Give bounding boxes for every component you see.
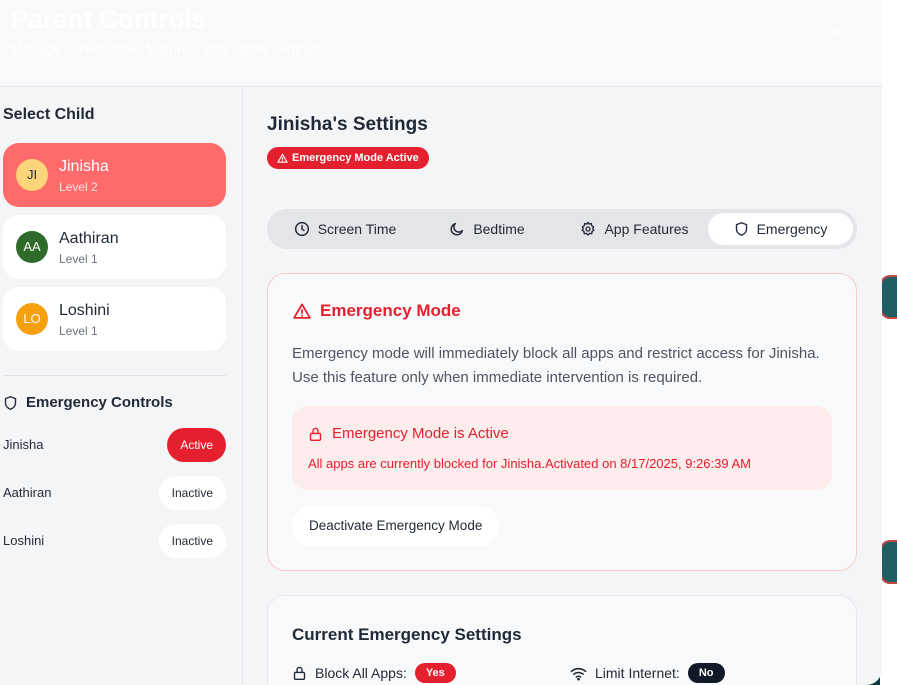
emergency-row-jinisha: Jinisha Active: [3, 428, 226, 462]
emergency-row-name: Aathiran: [3, 485, 52, 500]
divider: [3, 375, 226, 376]
setting-label: Limit Internet:: [595, 665, 680, 681]
child-name: Aathiran: [59, 230, 119, 247]
emergency-row-loshini: Loshini Inactive: [3, 524, 226, 558]
moon-icon: [449, 221, 465, 237]
modal-header: Parent Controls Manage screen time, feat…: [0, 0, 882, 87]
emergency-toggle-button[interactable]: Inactive: [158, 524, 226, 558]
shield-icon: [734, 221, 749, 237]
setting-value-badge: Yes: [414, 663, 456, 683]
alert-heading: Emergency Mode is Active: [308, 425, 509, 442]
setting-limit-internet: Limit Internet: No: [570, 663, 725, 683]
emergency-row-aathiran: Aathiran Inactive: [3, 476, 226, 510]
deactivate-emergency-button[interactable]: Deactivate Emergency Mode: [292, 506, 500, 546]
status-badge-label: Emergency Mode Active: [292, 152, 419, 164]
tab-screen-time[interactable]: Screen Time: [275, 213, 415, 245]
emergency-mode-description: Emergency mode will immediately block al…: [292, 345, 820, 386]
warning-icon: [277, 153, 288, 164]
lock-icon: [308, 426, 323, 442]
emergency-mode-heading: Emergency Mode: [292, 301, 461, 321]
child-card-jinisha[interactable]: JI Jinisha Level 2: [3, 143, 226, 207]
setting-value-badge: No: [687, 663, 725, 683]
child-name: Loshini: [59, 302, 110, 319]
tab-app-features[interactable]: App Features: [562, 213, 707, 245]
settings-heading: Jinisha's Settings: [267, 114, 428, 135]
status-badge: Emergency Mode Active: [267, 147, 429, 169]
child-card-aathiran[interactable]: AA Aathiran Level 1: [3, 215, 226, 279]
alert-message: All apps are currently blocked for Jinis…: [308, 456, 751, 471]
child-level: Level 2: [59, 180, 98, 194]
tab-label: Screen Time: [317, 221, 397, 237]
tab-bar: Screen Time Bedtime App Features Emergen…: [267, 209, 857, 249]
child-card-loshini[interactable]: LO Loshini Level 1: [3, 287, 226, 351]
wifi-icon: [570, 666, 587, 681]
tab-label: Emergency: [756, 221, 828, 237]
modal-title: Parent Controls: [11, 4, 207, 34]
avatar: LO: [16, 303, 48, 335]
sidebar: Select Child JI Jinisha Level 2 AA Aathi…: [0, 87, 243, 685]
main-panel: Jinisha's Settings Emergency Mode Active…: [243, 87, 882, 685]
parent-controls-modal: Parent Controls Manage screen time, feat…: [0, 0, 882, 685]
select-child-title: Select Child: [3, 106, 95, 123]
close-icon[interactable]: ×: [824, 22, 844, 42]
avatar: JI: [16, 159, 48, 191]
lock-icon: [292, 665, 307, 681]
active-alert: Emergency Mode is Active All apps are cu…: [292, 406, 832, 490]
warning-icon: [292, 302, 312, 321]
emergency-controls-heading: Emergency Controls: [3, 394, 173, 411]
background-card: [880, 540, 897, 584]
setting-label: Block All Apps:: [315, 665, 407, 681]
current-settings-title: Current Emergency Settings: [292, 625, 522, 644]
setting-block-all-apps: Block All Apps: Yes: [292, 663, 456, 683]
child-level: Level 1: [59, 252, 98, 266]
tab-emergency[interactable]: Emergency: [708, 213, 853, 245]
emergency-mode-title: Emergency Mode: [320, 301, 461, 320]
emergency-controls-title: Emergency Controls: [26, 394, 173, 411]
tab-label: App Features: [604, 221, 689, 237]
alert-title: Emergency Mode is Active: [332, 425, 509, 442]
tab-bedtime[interactable]: Bedtime: [417, 213, 557, 245]
clock-icon: [294, 221, 310, 237]
emergency-mode-card: Emergency Mode Emergency mode will immed…: [267, 273, 857, 571]
emergency-toggle-button[interactable]: Inactive: [158, 476, 226, 510]
child-level: Level 1: [59, 324, 98, 338]
child-name: Jinisha: [59, 158, 109, 175]
emergency-row-name: Loshini: [3, 533, 45, 548]
gear-icon: [580, 221, 596, 237]
emergency-toggle-button[interactable]: Active: [167, 428, 226, 462]
shield-icon: [3, 395, 18, 411]
tab-label: Bedtime: [473, 221, 525, 237]
avatar: AA: [16, 231, 48, 263]
modal-subtitle: Manage screen time, features, and safety…: [11, 41, 321, 57]
emergency-row-name: Jinisha: [3, 437, 44, 452]
background-card: [880, 275, 897, 319]
current-settings-card: Current Emergency Settings Block All App…: [267, 595, 857, 685]
